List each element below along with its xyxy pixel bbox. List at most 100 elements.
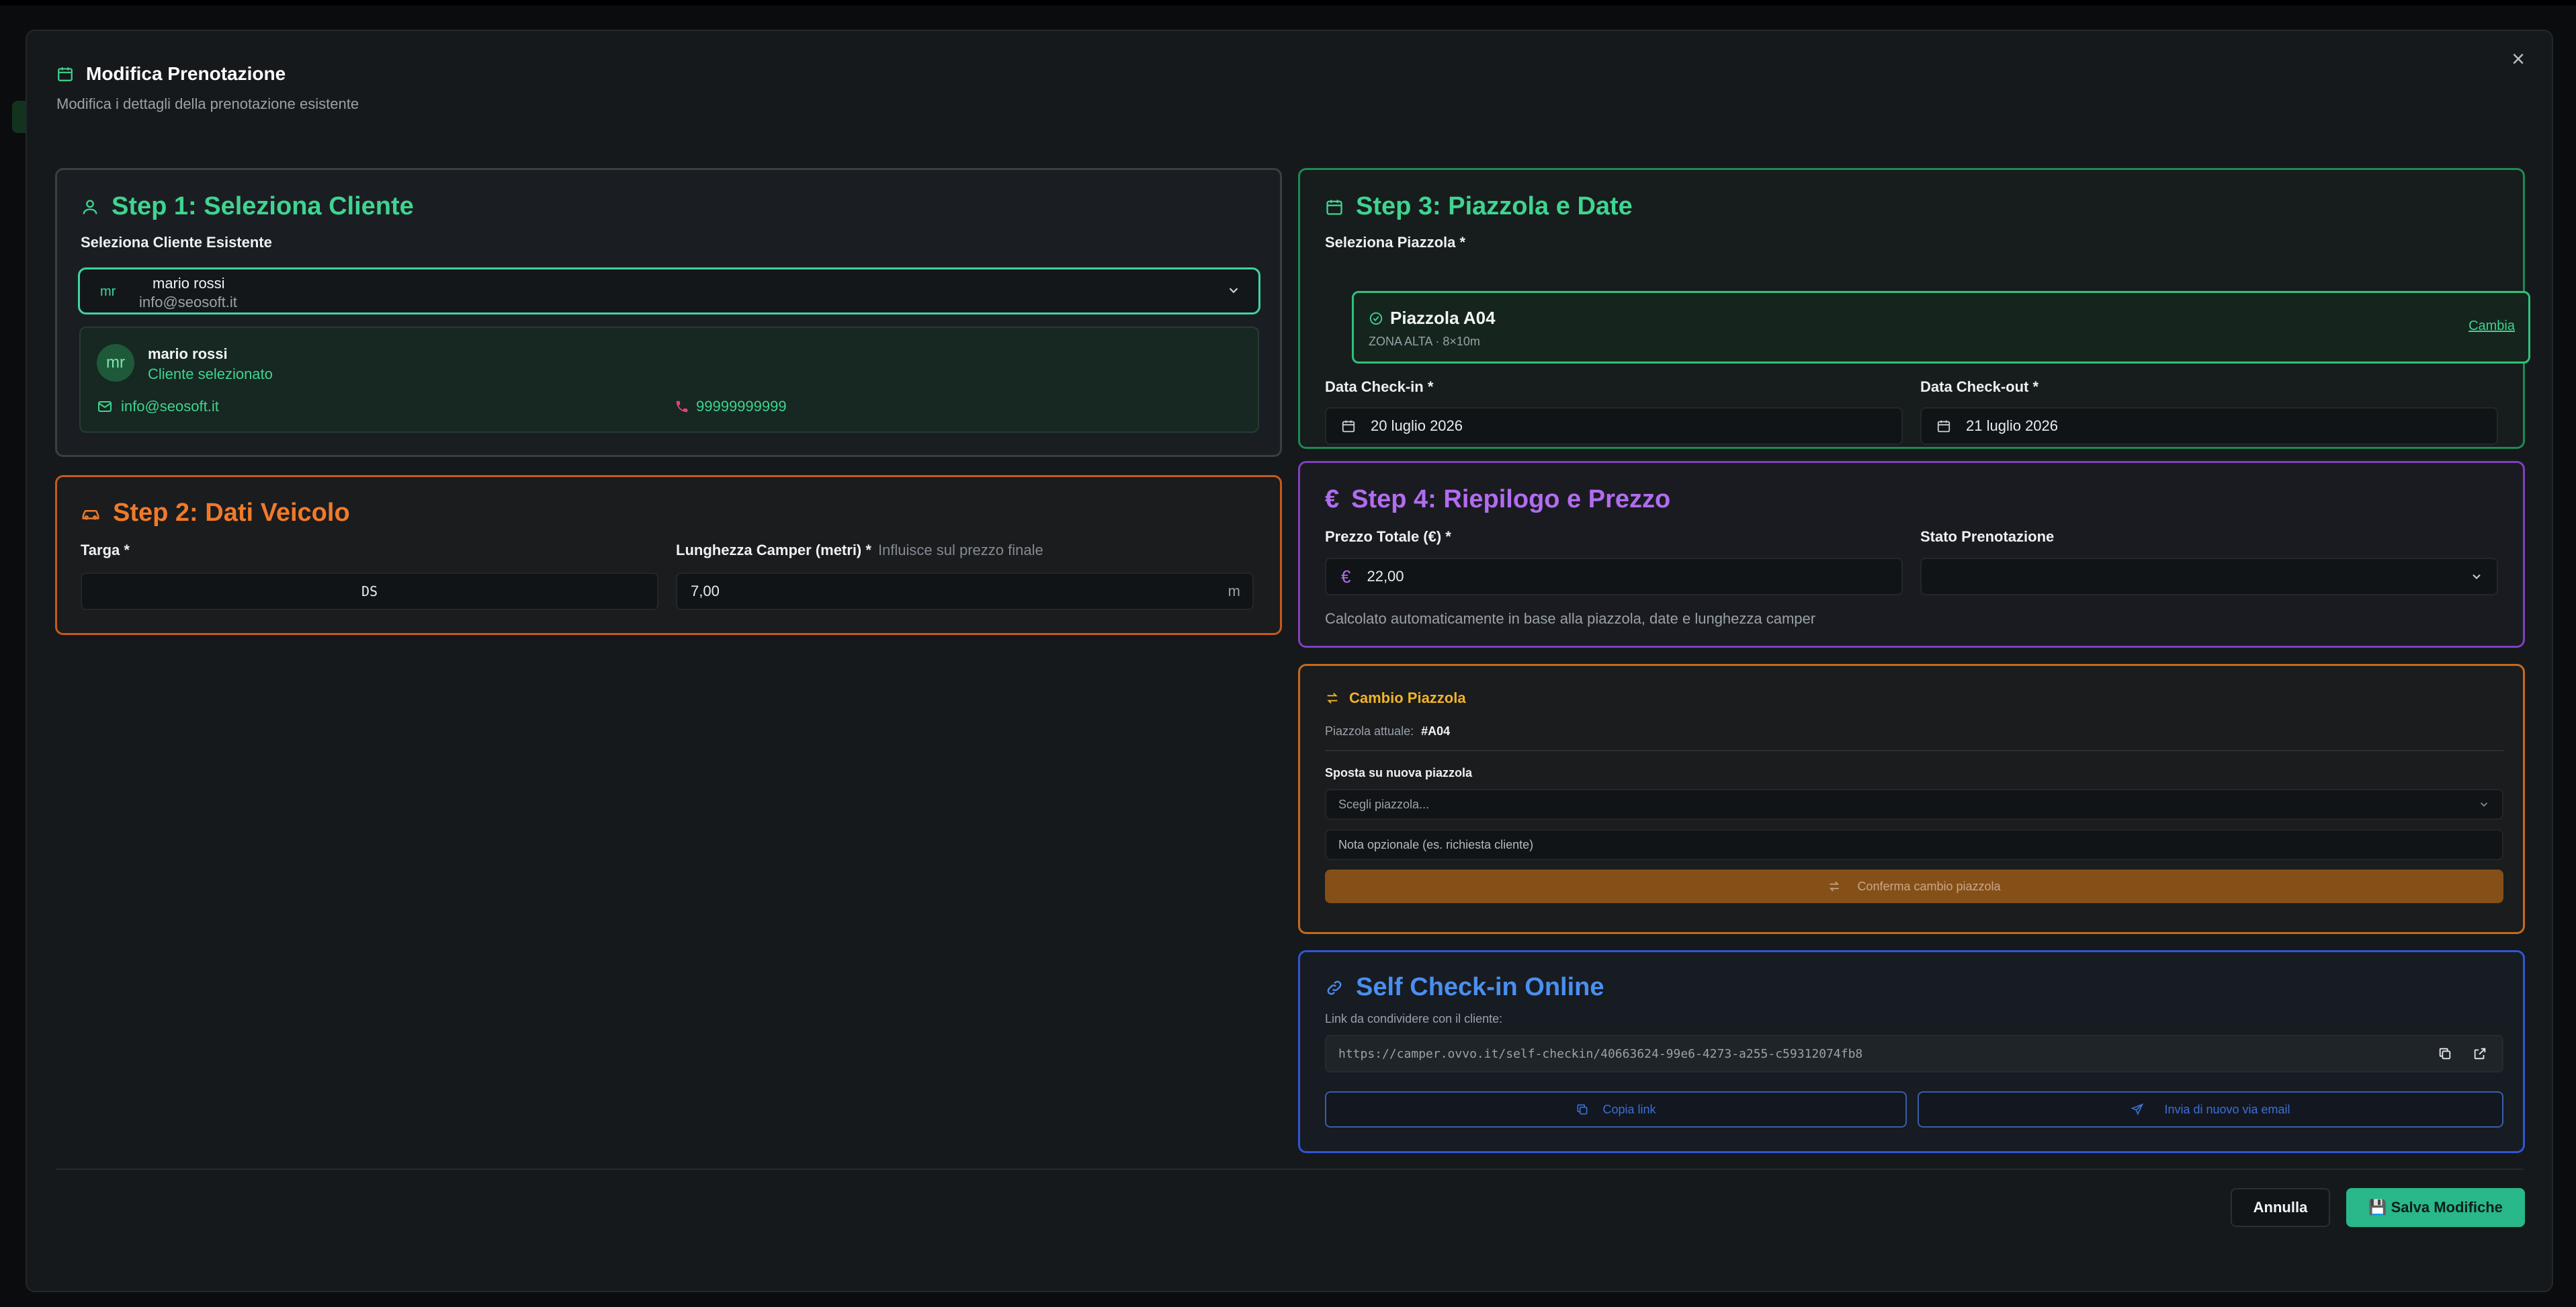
step2-title-text: Step 2: Dati Veicolo xyxy=(113,499,350,527)
calendar-icon xyxy=(1936,419,1951,433)
client-card-email[interactable]: info@seosoft.it xyxy=(97,398,219,415)
confirm-pitch-change-button[interactable]: Conferma cambio piazzola xyxy=(1325,870,2503,903)
step1-title: Step 1: Seleziona Cliente xyxy=(81,192,414,221)
euro-icon: € xyxy=(1325,485,1340,513)
move-pitch-label: Sposta su nuova piazzola xyxy=(1325,766,1473,779)
step3-title-text: Step 3: Piazzola e Date xyxy=(1356,192,1633,220)
price-help: Calcolato automaticamente in base alla p… xyxy=(1325,610,1816,627)
chevron-down-icon xyxy=(2478,798,2490,810)
client-select-label: Seleziona Cliente Esistente xyxy=(81,234,272,251)
client-name: mario rossi xyxy=(153,275,225,292)
divider xyxy=(1325,750,2503,751)
client-card-email-text: info@seosoft.it xyxy=(121,398,219,415)
calendar-icon xyxy=(1341,419,1356,433)
client-initials: mr xyxy=(100,284,116,299)
pitch-details: ZONA ALTA · 8×10m xyxy=(1369,335,1480,348)
modal-subtitle: Modifica i dettagli della prenotazione e… xyxy=(56,95,359,112)
length-input[interactable]: 7,00 m xyxy=(676,573,1254,610)
confirm-pitch-change-label: Conferma cambio piazzola xyxy=(1857,879,2001,893)
avatar: mr xyxy=(97,344,134,382)
price-label: Prezzo Totale (€) * xyxy=(1325,528,1451,545)
footer-divider xyxy=(56,1169,2524,1170)
self-checkin-title: Self Check-in Online xyxy=(1325,973,1604,1002)
pitch-label: Seleziona Piazzola * xyxy=(1325,234,1466,251)
note-input[interactable]: Nota opzionale (es. richiesta cliente) xyxy=(1325,829,2503,860)
backdrop-bar xyxy=(0,0,2576,5)
copy-icon xyxy=(1576,1103,1589,1116)
checkout-label: Data Check-out * xyxy=(1920,378,2039,395)
pitch-change-title-text: Cambio Piazzola xyxy=(1349,689,1466,706)
client-email: info@seosoft.it xyxy=(139,294,237,310)
copy-link-button[interactable]: Copia link xyxy=(1325,1091,1907,1128)
copy-icon[interactable] xyxy=(2438,1046,2452,1061)
mail-icon xyxy=(97,398,113,415)
length-unit: m xyxy=(1228,583,1240,599)
status-label: Stato Prenotazione xyxy=(1920,528,2055,545)
price-input[interactable]: € 22,00 xyxy=(1325,558,1903,595)
client-card-name: mario rossi xyxy=(148,345,228,362)
save-button[interactable]: 💾 Salva Modifiche xyxy=(2346,1188,2525,1227)
share-link-label: Link da condividere con il cliente: xyxy=(1325,1012,1503,1025)
user-icon xyxy=(81,198,99,216)
cancel-button[interactable]: Annulla xyxy=(2231,1188,2330,1227)
current-pitch: Piazzola attuale: #A04 xyxy=(1325,724,1450,739)
plate-label: Targa * xyxy=(81,542,130,558)
checkin-link-field[interactable]: https://camper.ovvo.it/self-checkin/4066… xyxy=(1325,1035,2503,1072)
status-select[interactable] xyxy=(1920,558,2498,595)
resend-email-button[interactable]: Invia di nuovo via email xyxy=(1918,1091,2503,1128)
checkin-label: Data Check-in * xyxy=(1325,378,1434,395)
checkout-value: 21 luglio 2026 xyxy=(1966,417,2059,434)
resend-email-label: Invia di nuovo via email xyxy=(2164,1102,2290,1116)
client-card-phone-text: 99999999999 xyxy=(696,398,787,415)
step4-title-text: Step 4: Riepilogo e Prezzo xyxy=(1351,485,1671,513)
length-hint: Influisce sul prezzo finale xyxy=(877,542,1043,558)
phone-icon xyxy=(675,399,689,414)
chevron-down-icon xyxy=(2470,570,2483,583)
link-icon xyxy=(1325,978,1344,997)
current-pitch-label: Piazzola attuale: xyxy=(1325,724,1414,738)
selected-pitch[interactable]: Piazzola A04 ZONA ALTA · 8×10m Cambia xyxy=(1352,291,2530,364)
checkin-link-value: https://camper.ovvo.it/self-checkin/4066… xyxy=(1338,1046,1863,1061)
checkin-value: 20 luglio 2026 xyxy=(1371,417,1463,434)
send-icon xyxy=(2131,1103,2144,1116)
step1-title-text: Step 1: Seleziona Cliente xyxy=(112,192,414,220)
plate-input[interactable]: DS xyxy=(81,573,658,610)
check-circle-icon xyxy=(1369,311,1383,326)
swap-icon xyxy=(1828,880,1841,893)
checkout-input[interactable]: 21 luglio 2026 xyxy=(1920,407,2498,445)
modal-header: Modifica Prenotazione xyxy=(56,63,286,85)
length-label-text: Lunghezza Camper (metri) * xyxy=(676,542,871,558)
pitch-name-row: Piazzola A04 xyxy=(1369,308,1496,329)
client-select[interactable]: mr mario rossi info@seosoft.it xyxy=(78,267,1260,314)
copy-link-label: Copia link xyxy=(1602,1102,1656,1116)
plate-value: DS xyxy=(361,583,378,599)
car-icon xyxy=(81,503,101,523)
pitch-change-title: Cambio Piazzola xyxy=(1325,689,1466,707)
euro-icon: € xyxy=(1341,566,1351,587)
checkin-input[interactable]: 20 luglio 2026 xyxy=(1325,407,1903,445)
edit-booking-modal: × Modifica Prenotazione Modifica i detta… xyxy=(26,30,2553,1292)
client-card-phone[interactable]: 99999999999 xyxy=(675,398,787,415)
external-link-icon[interactable] xyxy=(2473,1046,2487,1061)
step2-title: Step 2: Dati Veicolo xyxy=(81,499,350,528)
step3-title: Step 3: Piazzola e Date xyxy=(1325,192,1633,221)
length-label: Lunghezza Camper (metri) * Influisce sul … xyxy=(676,542,1043,559)
swap-icon xyxy=(1325,691,1340,706)
pitch-name: Piazzola A04 xyxy=(1390,308,1496,328)
chevron-down-icon xyxy=(1226,283,1241,302)
self-checkin-title-text: Self Check-in Online xyxy=(1356,973,1604,1001)
client-card-status: Cliente selezionato xyxy=(148,366,273,382)
calendar-icon xyxy=(1325,198,1344,216)
current-pitch-value: #A04 xyxy=(1421,724,1451,738)
close-button[interactable]: × xyxy=(2505,46,2532,73)
new-pitch-placeholder: Scegli piazzola... xyxy=(1338,797,1430,811)
calendar-icon xyxy=(56,65,74,83)
price-value: 22,00 xyxy=(1367,568,1404,585)
change-pitch-link[interactable]: Cambia xyxy=(2468,319,2515,334)
length-value: 7,00 xyxy=(691,583,720,599)
modal-title: Modifica Prenotazione xyxy=(86,63,286,84)
note-placeholder: Nota opzionale (es. richiesta cliente) xyxy=(1338,837,1534,851)
new-pitch-select[interactable]: Scegli piazzola... xyxy=(1325,789,2503,820)
step4-title: € Step 4: Riepilogo e Prezzo xyxy=(1325,485,1670,514)
selected-client-card: mr mario rossi Cliente selezionato info@… xyxy=(79,327,1259,433)
